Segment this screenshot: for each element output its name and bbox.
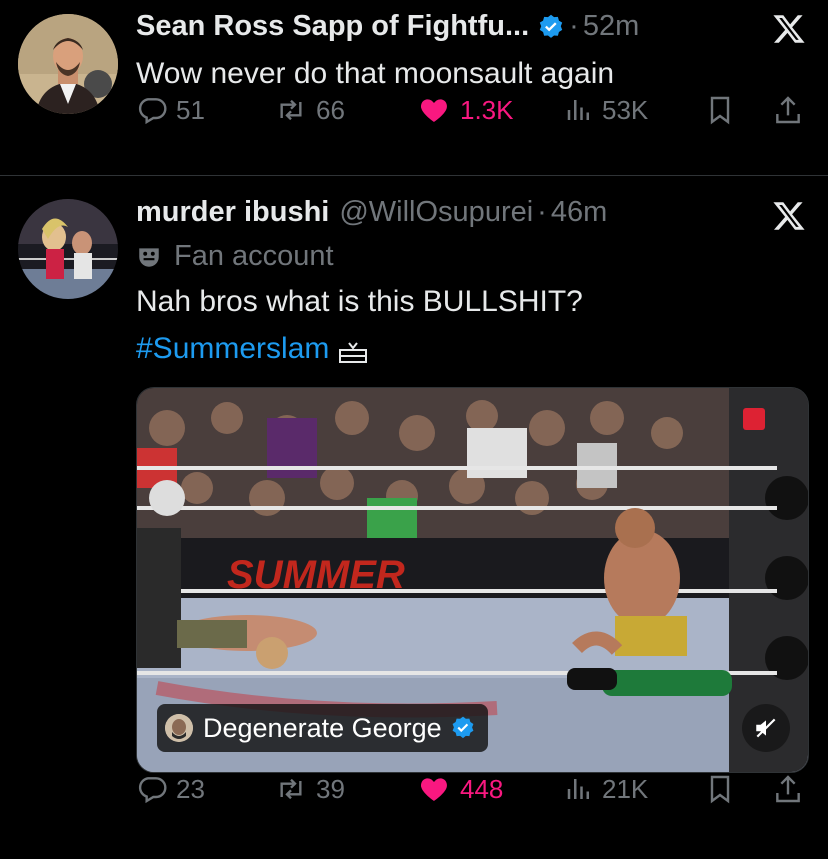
- tweet-time[interactable]: 46m: [551, 196, 607, 229]
- author-avatar[interactable]: [18, 199, 118, 299]
- x-logo-icon: [772, 199, 806, 233]
- share-icon: [776, 96, 800, 124]
- author-handle[interactable]: @WillOsupurei: [339, 196, 533, 229]
- repost-button[interactable]: 66: [274, 94, 345, 126]
- like-count: 448: [460, 773, 504, 804]
- like-button[interactable]: 448: [416, 773, 503, 805]
- tweet-time[interactable]: 52m: [583, 10, 639, 43]
- heart-filled-icon: [421, 778, 447, 801]
- separator-dot: ·: [569, 10, 579, 42]
- video-credit-chip[interactable]: Degenerate George: [157, 704, 488, 752]
- views-button[interactable]: 21K: [564, 773, 648, 805]
- tweet-text: Wow never do that moonsault again: [136, 57, 615, 90]
- bookmark-button[interactable]: [704, 773, 744, 805]
- views-chart-icon: [567, 779, 589, 799]
- tweet-header: murder ibushi @WillOsupurei · 46m: [136, 196, 607, 229]
- reply-icon: [138, 98, 167, 125]
- views-count: 21K: [602, 773, 649, 804]
- repost-icon: [280, 99, 302, 121]
- author-avatar[interactable]: [18, 14, 118, 114]
- views-count: 53K: [602, 94, 649, 125]
- hashtag-link[interactable]: #Summerslam: [136, 327, 329, 371]
- reply-button[interactable]: 51: [136, 94, 205, 126]
- bookmark-icon: [710, 96, 730, 125]
- verified-badge-icon: [537, 13, 565, 41]
- repost-count: 66: [316, 94, 345, 125]
- views-chart-icon: [567, 100, 589, 120]
- share-icon: [776, 775, 800, 803]
- share-button[interactable]: [772, 94, 812, 126]
- repost-button[interactable]: 39: [274, 773, 345, 805]
- credit-name: Degenerate George: [203, 712, 442, 743]
- video-player[interactable]: SUMMER Degenerate George: [136, 387, 809, 773]
- separator-dot: ·: [537, 196, 547, 228]
- repost-icon: [280, 778, 302, 800]
- repost-count: 39: [316, 773, 345, 804]
- label-text: Fan account: [174, 240, 334, 272]
- summerslam-hashflag-icon: [337, 336, 369, 363]
- speaker-muted-icon: [756, 718, 776, 738]
- author-name[interactable]: Sean Ross Sapp of Fightfu...: [136, 10, 529, 43]
- bookmark-button[interactable]: [704, 94, 744, 126]
- share-button[interactable]: [772, 773, 812, 805]
- tweet-header: Sean Ross Sapp of Fightfu... · 52m: [136, 10, 639, 43]
- mute-toggle-button[interactable]: [742, 704, 790, 752]
- fan-mask-icon: [139, 247, 159, 267]
- reply-icon: [138, 777, 167, 804]
- reply-count: 51: [176, 94, 205, 125]
- hashtag-line: #Summerslam: [136, 327, 369, 371]
- views-button[interactable]: 53K: [564, 94, 648, 126]
- tweet-text: Nah bros what is this BULLSHIT?: [136, 285, 583, 318]
- bookmark-icon: [710, 775, 730, 804]
- fan-account-label: Fan account: [136, 240, 334, 273]
- reply-count: 23: [176, 773, 205, 804]
- like-count: 1.3K: [460, 94, 514, 125]
- reply-button[interactable]: 23: [136, 773, 205, 805]
- heart-filled-icon: [421, 99, 447, 122]
- tweet-2[interactable]: murder ibushi @WillOsupurei · 46m Fan ac…: [0, 177, 828, 859]
- credit-avatar: [165, 714, 193, 742]
- author-name[interactable]: murder ibushi: [136, 196, 329, 229]
- like-button[interactable]: 1.3K: [416, 94, 514, 126]
- verified-badge-icon: [450, 715, 476, 741]
- tweet-1[interactable]: Sean Ross Sapp of Fightfu... · 52m Wow n…: [0, 0, 828, 176]
- x-logo-icon: [772, 12, 806, 46]
